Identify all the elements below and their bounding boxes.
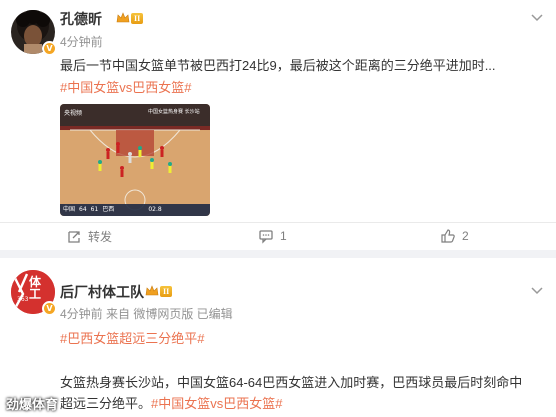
- hashtag-link[interactable]: #中国女篮vs巴西女篮#: [60, 77, 191, 96]
- video-banner: 中国女篮热身赛 长沙站: [148, 109, 200, 115]
- author-name[interactable]: 后厂村体工队: [60, 282, 144, 302]
- post-card: 体工 363 V 后厂村体工队 II 4分钟前 来自 微博网页版 已编辑 #巴西…: [0, 258, 556, 417]
- author-avatar[interactable]: V: [11, 10, 57, 56]
- team-away: 巴西: [102, 206, 115, 213]
- avatar-text: 体工: [29, 275, 42, 301]
- score-home: 64: [79, 206, 87, 213]
- level-number: II: [160, 285, 173, 297]
- thumbs-up-icon: [441, 229, 455, 243]
- game-clock: 02.8: [148, 206, 162, 213]
- hashtag-link[interactable]: #巴西女篮超远三分绝平#: [60, 328, 204, 347]
- video-thumbnail[interactable]: 央视频 中国女篮热身赛 长沙站 中国 64 61 巴西 02.8: [60, 104, 210, 216]
- verified-badge-icon: V: [42, 301, 57, 316]
- video-corner-logo: 央视频: [64, 110, 83, 117]
- crown-icon: [116, 12, 130, 23]
- level-badge[interactable]: II: [114, 11, 147, 25]
- crown-icon: [145, 285, 159, 296]
- team-home: 中国: [63, 206, 76, 213]
- author-name[interactable]: 孔德昕: [60, 9, 102, 29]
- hashtag-link[interactable]: #中国女篮vs巴西女篮#: [151, 396, 282, 411]
- repost-label: 转发: [88, 230, 113, 244]
- author-avatar[interactable]: 体工 363 V: [11, 270, 57, 316]
- comment-button[interactable]: 1: [258, 228, 287, 244]
- chevron-down-icon[interactable]: [530, 286, 544, 296]
- comment-icon: [259, 230, 273, 244]
- divider: [0, 222, 556, 223]
- post-text: 女篮热身赛长沙站，中国女篮64-64巴西女篮进入加时赛，巴西球员最后时刻命中: [60, 375, 523, 390]
- post-card: V 孔德昕 II 4分钟前 最后一节中国女篮单节被巴西打24比9，最后被这个距离…: [0, 0, 556, 250]
- chevron-down-icon[interactable]: [530, 13, 544, 23]
- level-number: II: [131, 12, 144, 24]
- like-count: 2: [462, 229, 469, 243]
- like-button[interactable]: 2: [440, 228, 469, 244]
- watermark: 劲爆体育: [6, 397, 59, 412]
- repost-button[interactable]: 转发: [66, 228, 112, 245]
- post-meta[interactable]: 4分钟前 来自 微博网页版 已编辑: [60, 305, 233, 322]
- post-text-end: 超远三分绝平。: [60, 396, 152, 411]
- post-time[interactable]: 4分钟前: [60, 33, 103, 50]
- basketball-court-image: [60, 104, 210, 216]
- level-badge[interactable]: II: [143, 284, 176, 298]
- avatar-number: 363: [17, 296, 29, 303]
- video-scoreboard: 中国 64 61 巴西 02.8: [63, 205, 162, 215]
- verified-badge-icon: V: [42, 41, 57, 56]
- post-text-line2: 超远三分绝平。#中国女篮vs巴西女篮#: [60, 393, 282, 412]
- comment-count: 1: [280, 229, 287, 243]
- repost-icon: [68, 230, 80, 243]
- score-away: 61: [90, 206, 99, 213]
- post-text: 最后一节中国女篮单节被巴西打24比9，最后被这个距离的三分绝平进加时...: [60, 58, 496, 73]
